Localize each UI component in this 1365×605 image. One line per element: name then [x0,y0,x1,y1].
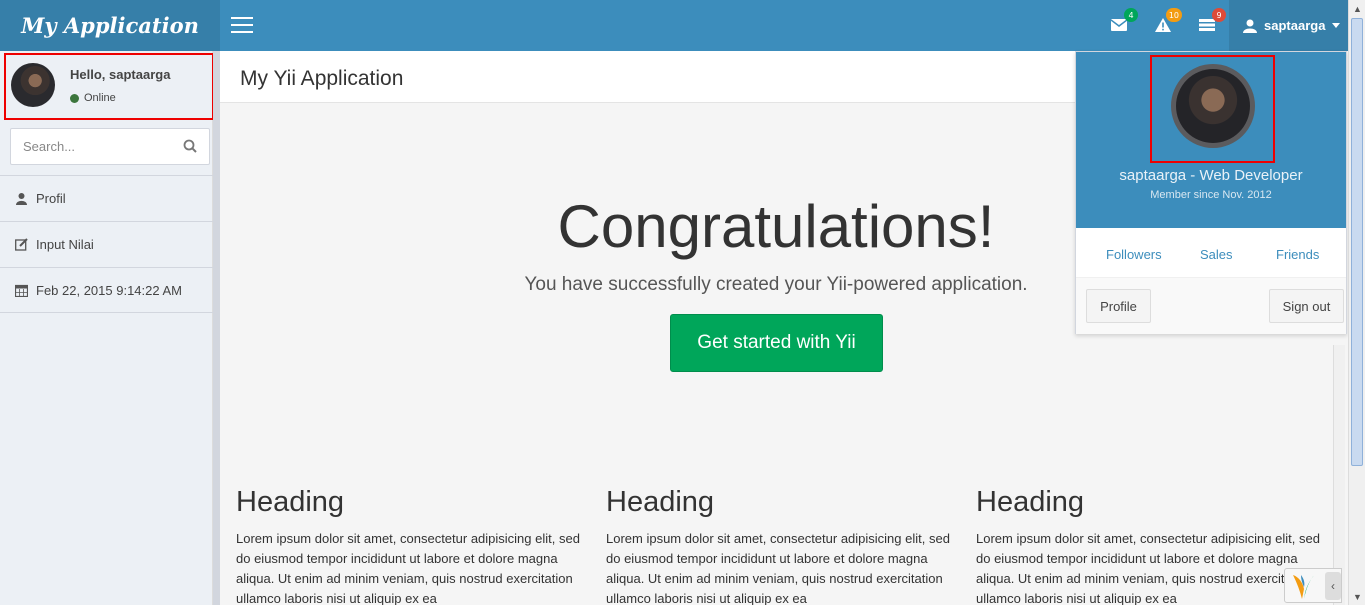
user-greeting: Hello, saptaarga [70,67,171,82]
profile-button[interactable]: Profile [1086,289,1151,323]
edit-icon [15,238,28,251]
sidebar-item-label: Profil [36,191,66,206]
column-heading: Heading [976,486,1085,518]
top-navbar: My Application 4 10 9 saptaarga [0,0,1365,51]
envelope-icon[interactable]: 4 [1108,8,1138,36]
get-started-button[interactable]: Get started with Yii [670,314,883,372]
user-icon [1243,19,1257,33]
column-text: Lorem ipsum dolor sit amet, consectetur … [606,531,950,605]
warning-icon[interactable]: 10 [1152,8,1182,36]
caret-down-icon [1332,23,1341,28]
sign-out-button[interactable]: Sign out [1269,289,1344,323]
user-dropdown-header: saptaarga - Web Developer Member since N… [1076,52,1346,228]
user-icon [15,192,28,205]
search-icon[interactable] [183,139,197,153]
sidebar-menu: Profil Input Nilai Feb 22, 2015 9:14:22 … [0,175,213,313]
hamburger-line [231,31,253,33]
sidebar-divider [213,51,220,605]
content-column: Heading Lorem ipsum dolor sit amet, cons… [606,486,951,605]
user-panel: Hello, saptaarga Online [4,53,214,120]
content-scrollbar[interactable] [1333,345,1345,605]
column-text: Lorem ipsum dolor sit amet, consectetur … [236,531,580,605]
yii-debug-toolbar[interactable]: ‹ [1284,568,1342,603]
chevron-left-icon[interactable]: ‹ [1325,571,1341,600]
content-column: Heading Lorem ipsum dolor sit amet, cons… [236,486,581,605]
sales-link[interactable]: Sales [1200,247,1233,262]
sidebar-item-input-nilai[interactable]: Input Nilai [0,221,213,267]
friends-link[interactable]: Friends [1276,247,1319,262]
hamburger-line [231,17,253,19]
page-title: My Yii Application [240,67,404,90]
column-heading: Heading [606,486,715,518]
notifications-count-badge: 10 [1165,8,1182,22]
sidebar: Hello, saptaarga Online Profil Input Nil… [0,51,214,605]
search-input[interactable] [11,129,176,164]
column-heading: Heading [236,486,345,518]
yii-logo-icon [1293,573,1315,599]
status-dot-icon [70,93,79,103]
sidebar-item-profil[interactable]: Profil [0,175,213,221]
sidebar-toggle-button[interactable] [231,17,253,34]
user-dropdown-links: Followers Sales Friends [1076,228,1346,278]
calendar-icon [15,284,28,297]
scroll-up-icon[interactable]: ▲ [1349,0,1365,17]
user-dropdown-menu: saptaarga - Web Developer Member since N… [1075,51,1347,334]
avatar [1171,64,1255,148]
column-text: Lorem ipsum dolor sit amet, consectetur … [976,531,1320,605]
user-name-title: saptaarga - Web Developer [1119,167,1303,184]
avatar-highlight [1150,55,1275,163]
status-label: Online [84,92,116,104]
member-since: Member since Nov. 2012 [1150,189,1272,201]
tasks-icon[interactable]: 9 [1196,8,1226,36]
scrollbar-thumb[interactable] [1351,18,1363,466]
content-column: Heading Lorem ipsum dolor sit amet, cons… [976,486,1321,605]
messages-count-badge: 4 [1124,8,1138,22]
tasks-count-badge: 9 [1212,8,1226,22]
sidebar-search [10,128,210,165]
scroll-down-icon[interactable]: ▼ [1349,588,1365,605]
avatar [11,63,55,107]
sidebar-item-date[interactable]: Feb 22, 2015 9:14:22 AM [0,267,213,313]
user-menu-toggle[interactable]: saptaarga [1229,0,1350,51]
followers-link[interactable]: Followers [1106,247,1162,262]
user-dropdown-footer: Profile Sign out [1076,278,1346,334]
sidebar-item-label: Feb 22, 2015 9:14:22 AM [36,282,182,298]
hamburger-line [231,24,253,26]
app-logo[interactable]: My Application [0,0,220,51]
page-scrollbar[interactable]: ▲ ▼ [1348,0,1365,605]
sidebar-item-label: Input Nilai [36,237,94,252]
online-status: Online [70,92,116,104]
username-label: saptaarga [1264,18,1326,33]
